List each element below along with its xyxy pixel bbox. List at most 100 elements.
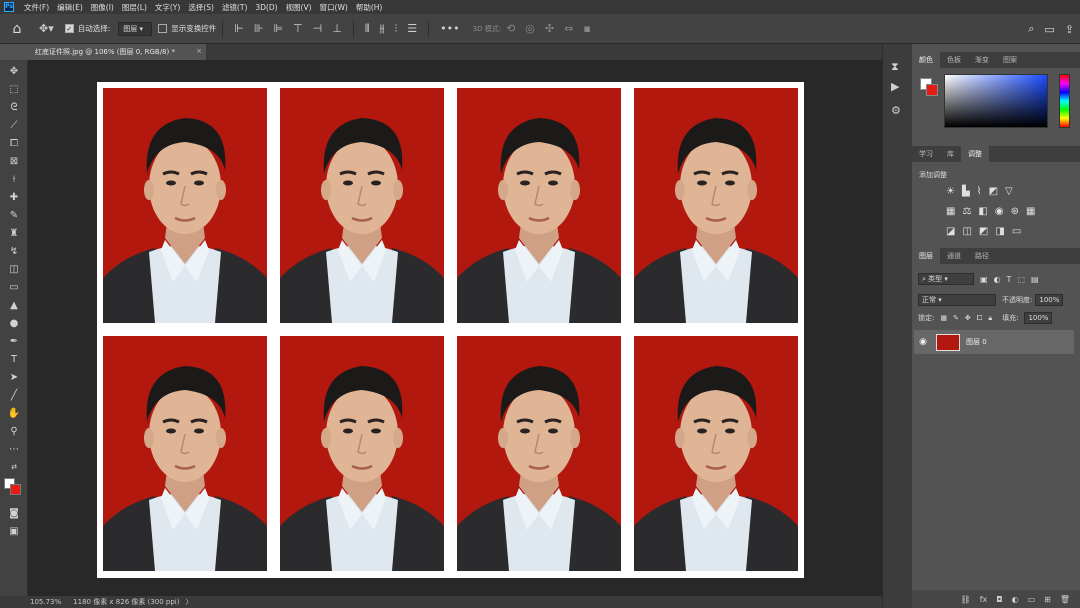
pen-tool-icon[interactable]: ✒ xyxy=(5,334,23,349)
lock-all-icon[interactable]: 🔒︎ xyxy=(988,314,992,323)
tab-adjustments[interactable]: 调整 xyxy=(961,146,989,162)
invert-icon[interactable]: ◪ xyxy=(946,226,955,237)
hue-slider[interactable] xyxy=(1059,74,1070,128)
filter-adjust-icon[interactable]: ◐ xyxy=(994,275,1001,284)
blur-tool-icon[interactable]: ▲ xyxy=(5,298,23,313)
home-icon[interactable]: ⌂ xyxy=(0,14,34,44)
levels-icon[interactable]: ▙ xyxy=(962,186,970,197)
lookup-icon[interactable]: ▦ xyxy=(1026,206,1035,217)
tab-gradients[interactable]: 渐变 xyxy=(968,52,996,68)
stamp-tool-icon[interactable]: ♜ xyxy=(5,226,23,241)
distribute-left-icon[interactable]: ⫴ xyxy=(360,22,375,36)
auto-select-dropdown[interactable]: 图层 ▾ xyxy=(118,21,153,36)
tab-swatches[interactable]: 色板 xyxy=(940,52,968,68)
lock-image-icon[interactable]: ✎ xyxy=(953,314,959,322)
tab-learn[interactable]: 学习 xyxy=(912,146,940,162)
workspace-icon[interactable]: ▭ xyxy=(1044,23,1054,36)
gradient-fill-icon[interactable]: ▭ xyxy=(1012,226,1021,237)
filter-type-icon[interactable]: T xyxy=(1007,275,1012,284)
type-tool-icon[interactable]: T xyxy=(5,352,23,367)
marquee-tool-icon[interactable]: ⬚ xyxy=(5,82,23,97)
balance-icon[interactable]: ⚖ xyxy=(962,206,971,217)
show-transform-checkbox[interactable] xyxy=(158,24,168,33)
color-picker-field[interactable] xyxy=(944,74,1048,128)
brightness-icon[interactable]: ☀ xyxy=(946,186,955,197)
tab-paths[interactable]: 路径 xyxy=(968,248,996,264)
tab-layers[interactable]: 图层 xyxy=(912,248,940,264)
lasso-tool-icon[interactable]: ᘓ xyxy=(5,100,23,115)
hand-tool-icon[interactable]: ✋ xyxy=(5,406,23,421)
lock-transparent-icon[interactable]: ▦ xyxy=(940,314,947,322)
fx-icon[interactable]: fx xyxy=(980,595,988,604)
add-mask-icon[interactable]: ◘ xyxy=(996,595,1002,604)
filter-smart-icon[interactable]: ▤ xyxy=(1031,275,1039,284)
tab-channels[interactable]: 通道 xyxy=(940,248,968,264)
zoom-tool-icon[interactable]: ⚲ xyxy=(5,424,23,439)
align-bottom-icon[interactable]: ⊥ xyxy=(327,22,347,35)
lock-position-icon[interactable]: ✥ xyxy=(965,314,971,322)
status-arrow-icon[interactable]: 〉 xyxy=(185,597,192,607)
color-balance-icon[interactable]: ◧ xyxy=(978,206,987,217)
layer-kind-filter[interactable]: ⌕ 类型 ▾ xyxy=(918,273,974,285)
menu-image[interactable]: 图像(I) xyxy=(87,2,118,13)
move-tool-icon[interactable]: ✥ xyxy=(5,64,23,79)
gradient-tool-icon[interactable]: ▭ xyxy=(5,280,23,295)
gradient-map-icon[interactable]: ▽ xyxy=(1005,186,1013,197)
exposure-icon[interactable]: ◩ xyxy=(989,186,998,197)
line-tool-icon[interactable]: ╱ xyxy=(5,388,23,403)
more-options-icon[interactable]: ••• xyxy=(435,22,464,35)
new-adjustment-icon[interactable]: ◐ xyxy=(1012,595,1019,604)
canvas-area[interactable] xyxy=(28,60,882,596)
align-center-icon[interactable]: ⊪ xyxy=(249,22,269,35)
opacity-input[interactable]: 100% xyxy=(1035,294,1064,306)
vibrance-icon[interactable]: ▦ xyxy=(946,206,955,217)
healing-brush-tool-icon[interactable]: ✚ xyxy=(5,190,23,205)
menu-window[interactable]: 窗口(W) xyxy=(316,2,352,13)
quick-mask-icon[interactable]: ◙ xyxy=(5,506,23,521)
history-brush-tool-icon[interactable]: ↯ xyxy=(5,244,23,259)
menu-layer[interactable]: 图层(L) xyxy=(118,2,151,13)
posterize-icon[interactable]: ◫ xyxy=(962,226,971,237)
zoom-level[interactable]: 105.73% xyxy=(0,598,67,606)
align-right-icon[interactable]: ⊫ xyxy=(268,22,288,35)
tab-color[interactable]: 颜色 xyxy=(912,52,940,68)
new-layer-icon[interactable]: ⊞ xyxy=(1044,595,1051,604)
search-icon[interactable]: ⌕ xyxy=(1028,22,1034,36)
link-layers-icon[interactable]: ⛓ xyxy=(961,595,971,604)
menu-view[interactable]: 视图(V) xyxy=(282,2,316,13)
dodge-tool-icon[interactable]: ● xyxy=(5,316,23,331)
distribute-right-icon[interactable]: ⫶ xyxy=(390,22,403,36)
selective-color-icon[interactable]: ◨ xyxy=(995,226,1004,237)
menu-type[interactable]: 文字(Y) xyxy=(151,2,184,13)
menu-file[interactable]: 文件(F) xyxy=(20,2,53,13)
lock-artboard-icon[interactable]: ⧠ xyxy=(977,314,983,323)
eyedropper-tool-icon[interactable]: ⟊ xyxy=(5,172,23,187)
layer-row[interactable]: ◉ 图层 0 xyxy=(914,330,1074,354)
tab-patterns[interactable]: 图案 xyxy=(996,52,1024,68)
actions-panel-icon[interactable]: ▶ xyxy=(891,80,899,93)
channel-mixer-icon[interactable]: ⊛ xyxy=(1011,206,1019,217)
align-left-icon[interactable]: ⊩ xyxy=(229,22,249,35)
menu-filter[interactable]: 滤镜(T) xyxy=(218,2,251,13)
path-select-tool-icon[interactable]: ➤ xyxy=(5,370,23,385)
tab-libraries[interactable]: 库 xyxy=(940,146,961,162)
eraser-tool-icon[interactable]: ◫ xyxy=(5,262,23,277)
menu-help[interactable]: 帮助(H) xyxy=(352,2,387,13)
delete-layer-icon[interactable]: 🗑︎ xyxy=(1060,595,1070,604)
blend-mode-select[interactable]: 正常 ▾ xyxy=(918,294,996,306)
align-middle-icon[interactable]: ⊣ xyxy=(308,22,328,35)
camera-icon[interactable]: ◉ xyxy=(995,206,1004,217)
quick-select-tool-icon[interactable]: ⟋ xyxy=(5,118,23,133)
align-top-icon[interactable]: ⊤ xyxy=(288,22,308,35)
curves-icon[interactable]: ⌇ xyxy=(977,186,982,197)
threshold-icon[interactable]: ◩ xyxy=(979,226,988,237)
background-color-swatch[interactable] xyxy=(10,484,21,495)
distribute-vertical-icon[interactable]: ☰ xyxy=(402,22,422,35)
move-tool-icon[interactable]: ✥▾ xyxy=(34,22,59,35)
visibility-eye-icon[interactable]: ◉ xyxy=(914,337,932,347)
more-tools-icon[interactable]: ⋯ xyxy=(5,442,23,457)
distribute-center-icon[interactable]: ⫵ xyxy=(374,22,389,36)
menu-3d[interactable]: 3D(D) xyxy=(251,3,281,12)
filter-pixel-icon[interactable]: ▣ xyxy=(980,275,988,284)
properties-panel-icon[interactable]: ⚙ xyxy=(891,104,901,117)
